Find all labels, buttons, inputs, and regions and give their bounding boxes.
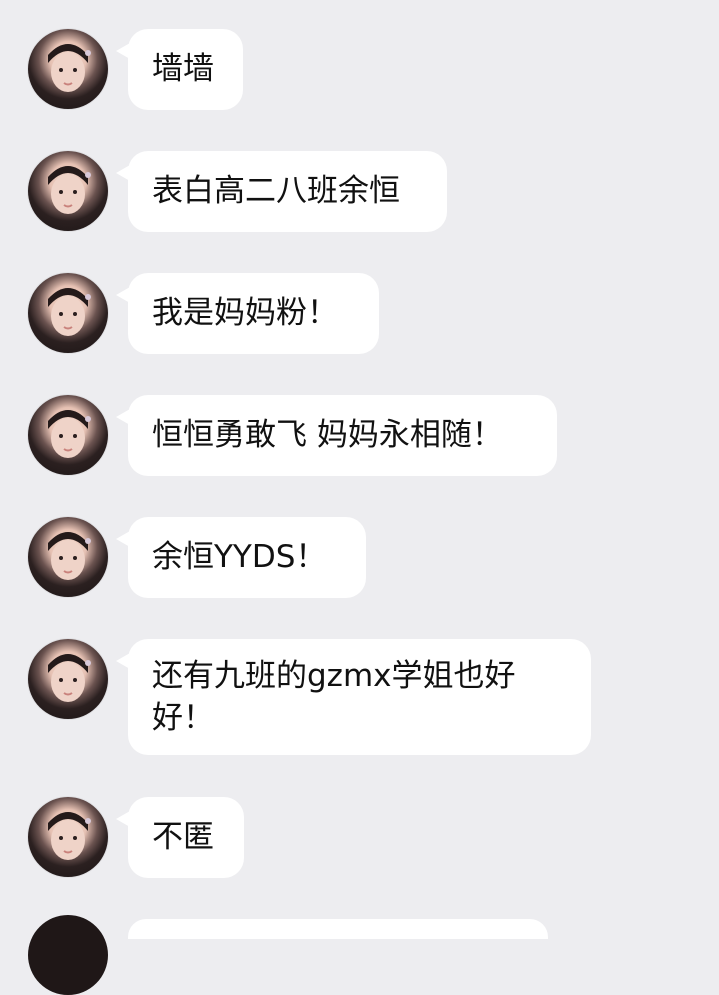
avatar[interactable]	[28, 151, 108, 231]
avatar-face-icon	[48, 288, 91, 336]
message-row: 墙墙	[0, 29, 719, 110]
message-bubble[interactable]: 不匿	[116, 797, 244, 878]
message-row: 我是妈妈粉！	[0, 273, 719, 354]
message-bubble[interactable]: 恒恒勇敢飞 妈妈永相随！	[116, 395, 557, 476]
avatar-face-icon	[48, 532, 91, 580]
message-row: 还有九班的gzmx学姐也好 好！	[0, 639, 719, 755]
avatar[interactable]	[28, 517, 108, 597]
avatar-partial	[28, 915, 108, 995]
chat-thread: 墙墙 表白高二八班余恒 我是妈妈粉！ 恒恒勇敢飞 妈妈永相随！ 余恒YYDS！ …	[0, 0, 719, 995]
avatar-face-icon	[48, 410, 91, 458]
message-bubble[interactable]: 还有九班的gzmx学姐也好 好！	[116, 639, 591, 755]
avatar-face-icon	[48, 812, 91, 860]
message-row: 表白高二八班余恒	[0, 151, 719, 232]
message-bubble[interactable]: 我是妈妈粉！	[116, 273, 379, 354]
avatar-face-icon	[48, 654, 91, 702]
message-bubble-partial	[128, 919, 548, 939]
avatar[interactable]	[28, 395, 108, 475]
message-bubble[interactable]: 表白高二八班余恒	[116, 151, 447, 232]
message-bubble[interactable]: 墙墙	[116, 29, 243, 110]
avatar[interactable]	[28, 29, 108, 109]
avatar[interactable]	[28, 639, 108, 719]
message-bubble[interactable]: 余恒YYDS！	[116, 517, 366, 598]
avatar-face-icon	[48, 44, 91, 92]
message-row: 恒恒勇敢飞 妈妈永相随！	[0, 395, 719, 476]
message-row: 不匿	[0, 797, 719, 878]
message-row: 余恒YYDS！	[0, 517, 719, 598]
avatar-face-icon	[48, 166, 91, 214]
avatar[interactable]	[28, 797, 108, 877]
avatar[interactable]	[28, 273, 108, 353]
